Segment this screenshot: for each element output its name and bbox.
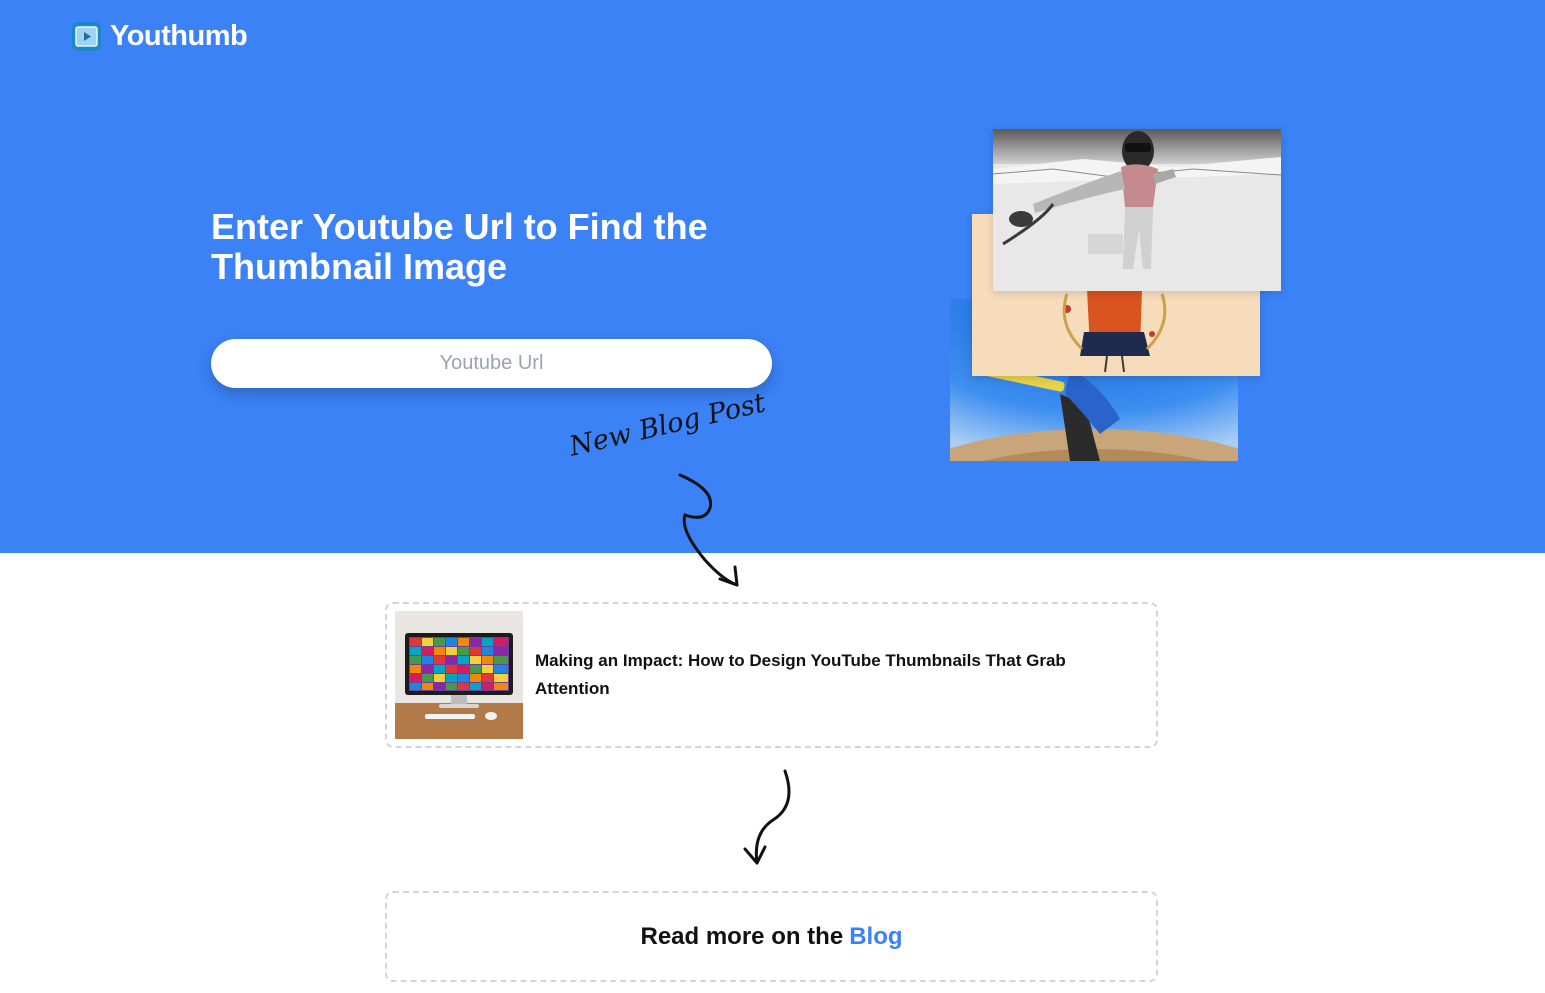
headline-line-1: Enter Youtube Url to Find the <box>211 206 708 247</box>
blog-post-thumbnail <box>395 611 523 739</box>
play-thumbnail-icon <box>72 22 101 51</box>
read-more-text: Read more on the <box>640 922 844 950</box>
brand-name: Youthumb <box>110 20 248 52</box>
thumbnail-preview-snowboard <box>993 129 1281 291</box>
brand-logo[interactable]: Youthumb <box>71 20 248 53</box>
headline-line-2: Thumbnail Image <box>211 246 508 287</box>
hero-headline: Enter Youtube Url to Find the Thumbnail … <box>211 207 771 287</box>
curly-arrow-down-icon <box>743 769 791 865</box>
blog-link[interactable]: Blog <box>849 923 902 951</box>
youtube-url-input[interactable] <box>211 339 772 388</box>
curly-arrow-down-icon <box>678 473 739 587</box>
read-more-card: Read more on the Blog <box>385 891 1158 982</box>
featured-blog-post-card[interactable]: Making an Impact: How to Design YouTube … <box>385 602 1158 748</box>
hero-section: Youthumb Enter Youtube Url to Find the T… <box>0 0 1545 553</box>
blog-post-title: Making an Impact: How to Design YouTube … <box>535 651 1066 698</box>
